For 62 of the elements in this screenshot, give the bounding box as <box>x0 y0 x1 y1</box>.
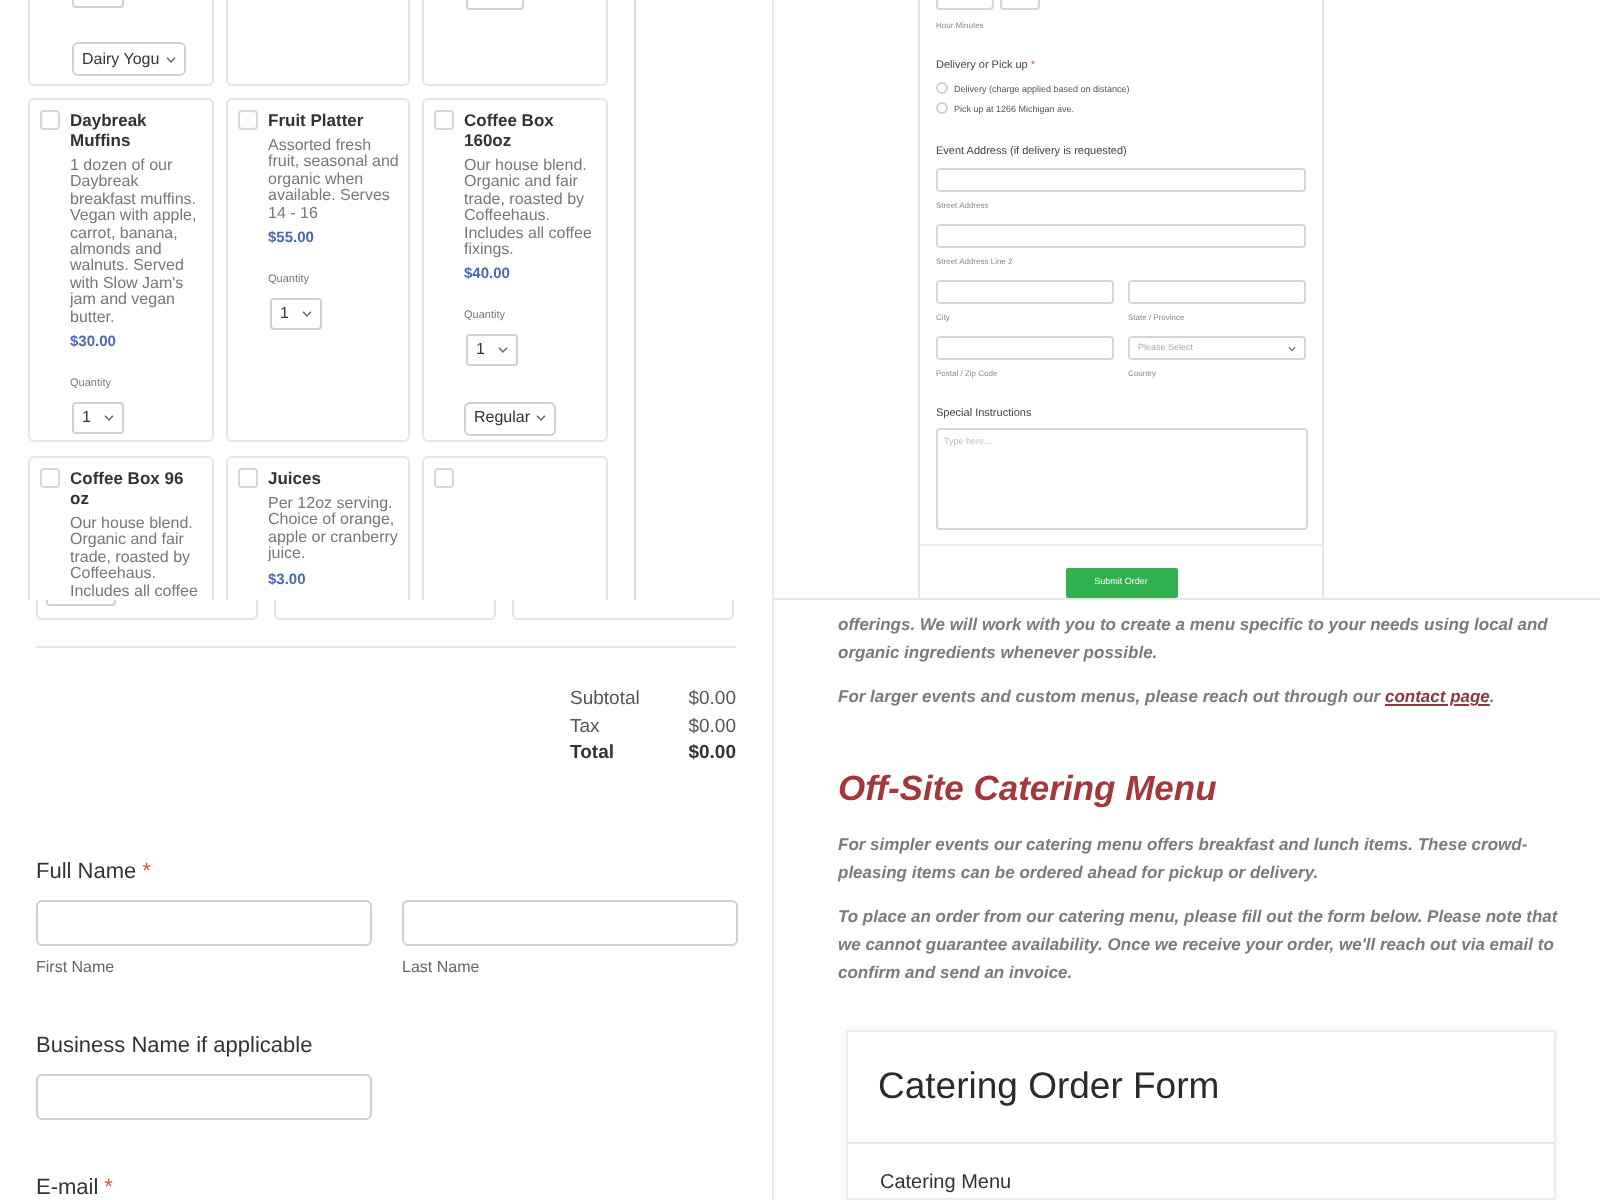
input-field[interactable] <box>936 280 1114 304</box>
required-mark: * <box>104 1173 113 1200</box>
checkbox[interactable] <box>434 468 454 488</box>
item-description: Our house blend. Organic and fair trade, roasted by Coffeehaus. Includes all coffee <box>70 516 200 600</box>
checkbox[interactable] <box>434 110 454 130</box>
section-label: Catering Menu <box>880 1170 1012 1196</box>
paragraph: For simpler events our catering menu offers breakfast and lunch items. These crowd-pleasing items can be ordered ahead for pickup or delivery. <box>838 832 1530 886</box>
field-label: Business Name if applicable <box>36 1031 313 1059</box>
summary-value: $0.00 <box>688 713 736 740</box>
input-field[interactable] <box>36 899 372 945</box>
item-name: Fruit Platter <box>268 110 364 130</box>
contact-link[interactable]: contact page <box>1384 686 1490 706</box>
radio-button[interactable] <box>936 82 948 94</box>
item-description: Our house blend. Organic and fair trade, roasted by Coffeehaus. Includes all coffee fixings. <box>464 158 594 259</box>
field-label: E-mail <box>36 1173 99 1200</box>
chevron-down-icon <box>104 413 114 422</box>
required-mark: * <box>142 857 151 885</box>
paragraph: For larger events and custom menus, please reach out through our contact page. <box>838 684 1497 710</box>
summary-value: $0.00 <box>688 686 736 713</box>
item-description: Assorted fresh fruit, seasonal and organic when available. Serves 14 - 16 <box>268 138 401 223</box>
checkbox[interactable] <box>238 110 258 130</box>
item-name: Juices <box>268 468 321 488</box>
quantity-select[interactable]: 1 <box>270 297 322 330</box>
input-field[interactable] <box>36 1073 372 1119</box>
input-field[interactable] <box>936 336 1114 360</box>
item-description: Per 12oz serving. Choice of orange, apple or cranberry juice. <box>268 496 400 564</box>
item-description: 1 dozen of our Daybreak breakfast muffins. Vegan with apple, carrot, banana, almonds and walnuts. Served with Slow Jam's jam and vegan butter. <box>70 158 199 327</box>
item-name: Daybreak Muffins <box>70 110 149 150</box>
quantity-select[interactable]: 1 <box>466 333 518 366</box>
field-sublabel: First Name <box>36 957 115 977</box>
select-field[interactable] <box>466 0 524 10</box>
variant-select[interactable]: Dairy Yogu <box>72 42 186 76</box>
summary-label: Subtotal <box>570 686 640 713</box>
chevron-down-icon <box>498 345 508 354</box>
form-title: Catering Order Form <box>878 1062 1220 1110</box>
chevron-down-icon <box>1288 345 1296 351</box>
checkbox[interactable] <box>40 468 60 488</box>
summary-label: Total <box>570 740 614 767</box>
section-heading: Off-Site Catering Menu <box>838 766 1217 810</box>
variant-select[interactable]: Regular <box>464 401 557 436</box>
summary-value: $0.00 <box>688 740 736 767</box>
field-sublabel: Last Name <box>402 957 480 977</box>
input-field[interactable] <box>402 899 738 945</box>
select-field[interactable] <box>72 0 124 8</box>
input-field[interactable] <box>936 0 994 10</box>
input-field[interactable] <box>1128 280 1306 304</box>
checkbox[interactable] <box>40 110 60 130</box>
checkbox[interactable] <box>238 468 258 488</box>
item-name: Coffee Box 160oz <box>464 110 556 150</box>
quantity-select[interactable]: 1 <box>72 401 124 434</box>
paragraph: To place an order from our catering menu, please fill out the form below. Please note that we cannot guarantee availability. Once we receive your order, we'll reach out via email to confirm and send an invoice. <box>838 904 1558 986</box>
chevron-down-icon <box>536 414 547 423</box>
summary-label: Tax <box>570 713 600 740</box>
paragraph: offerings. We will work with you to create a menu specific to your needs using local and organic ingredients whenever possible. <box>838 612 1550 666</box>
item-name: Coffee Box 96 oz <box>70 468 186 508</box>
radio-button[interactable] <box>936 102 948 114</box>
input-field[interactable] <box>936 224 1306 248</box>
input-field[interactable] <box>936 168 1306 192</box>
field-label: Full Name <box>36 857 137 885</box>
chevron-down-icon <box>165 55 176 63</box>
select-field[interactable] <box>1000 0 1040 10</box>
chevron-down-icon <box>302 309 312 318</box>
